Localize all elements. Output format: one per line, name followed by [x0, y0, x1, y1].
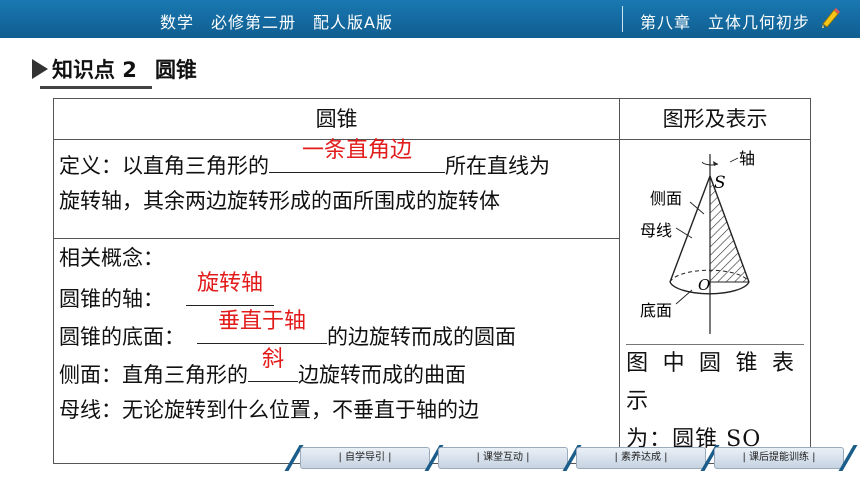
lateral-label: 侧面：直角三角形的 — [59, 363, 248, 388]
axis-blank: 旋转轴 — [186, 271, 274, 307]
cone-table: 圆锥 图形及表示 定义：以直角三角形的 一条直角边 所在直线为 旋转轴，其余两边旋转… — [52, 98, 811, 464]
section-title: 圆锥 — [154, 58, 197, 82]
label-s: S — [714, 173, 726, 193]
base-suffix: 的边旋转而成的圆面 — [327, 325, 516, 350]
nav-training[interactable]: | 课后提能训练 | — [714, 447, 844, 469]
lateral-suffix: 边旋转而成的曲面 — [298, 363, 466, 388]
definition-answer: 一条直角边 — [301, 138, 412, 163]
book-title: 数学 必修第二册 配人版A版 — [160, 13, 393, 32]
label-lateral: 侧面 — [650, 189, 682, 208]
lateral-blank: 斜 — [248, 347, 298, 383]
axis-answer: 旋转轴 — [196, 271, 263, 297]
base-line: 圆锥的底面： 垂直于轴 的边旋转而成的圆面 — [59, 309, 614, 353]
top-bar: 数学 必修第二册 配人版A版 第八章 立体几何初步 — [0, 0, 860, 38]
definition-prefix: 定义：以直角三角形的 — [59, 154, 269, 178]
base-blank: 垂直于轴 — [197, 309, 327, 345]
nav-literacy[interactable]: | 素养达成 | — [576, 447, 706, 469]
generatrix-line: 母线：无论旋转到什么位置，不垂直于轴的边 — [59, 398, 479, 423]
section-heading: 知识点 2 圆锥 — [32, 53, 197, 85]
base-answer: 垂直于轴 — [217, 309, 306, 335]
lateral-answer: 斜 — [261, 347, 284, 373]
pencil-icon — [822, 8, 840, 28]
axis-label: 圆锥的轴： — [59, 287, 164, 312]
base-label: 圆锥的底面： — [59, 325, 185, 350]
header-figure: 图形及表示 — [619, 98, 811, 140]
definition-cell: 定义：以直角三角形的 一条直角边所在直线为 旋转轴，其余两边旋转形成的面所围成的旋… — [52, 138, 621, 240]
definition-line-1: 定义：以直角三角形的 一条直角边所在直线为 — [59, 138, 614, 182]
label-o: O — [698, 276, 710, 294]
figure-cell: 轴 S 侧面 母线 O 底面 图中圆锥表示 为：圆锥 SO — [619, 139, 811, 464]
axis-line: 圆锥的轴： 旋转轴 — [59, 271, 614, 315]
label-base: 底面 — [640, 301, 672, 320]
label-generatrix: 母线 — [640, 221, 672, 240]
section-label: 知识点 2 — [52, 58, 137, 82]
concepts-title: 相关概念： — [59, 246, 164, 271]
definition-blank: 一条直角边 — [269, 138, 445, 173]
lateral-line: 侧面：直角三角形的斜边旋转而成的曲面 — [59, 347, 614, 391]
definition-suffix: 所在直线为 — [445, 154, 550, 178]
nav-classroom[interactable]: | 课堂互动 | — [438, 447, 568, 469]
heading-underline — [40, 86, 152, 89]
figure-caption-line-1: 图中圆锥表示 — [626, 351, 804, 414]
label-axis: 轴 — [739, 149, 755, 168]
chapter-title: 第八章 立体几何初步 — [640, 13, 811, 32]
cone-diagram: 轴 S 侧面 母线 O 底面 — [640, 149, 755, 334]
header-divider — [622, 6, 623, 32]
triangle-icon — [32, 59, 48, 79]
nav-self-study[interactable]: | 自学导引 | — [300, 447, 430, 469]
cone-figure: 轴 S 侧面 母线 O 底面 — [626, 144, 804, 345]
definition-line-2: 旋转轴，其余两边旋转形成的面所围成的旋转体 — [59, 189, 500, 213]
concepts-cell: 相关概念： 圆锥的轴： 旋转轴 圆锥的底面： 垂直于轴 的边旋转而成的圆面 侧面：直角… — [52, 238, 621, 464]
